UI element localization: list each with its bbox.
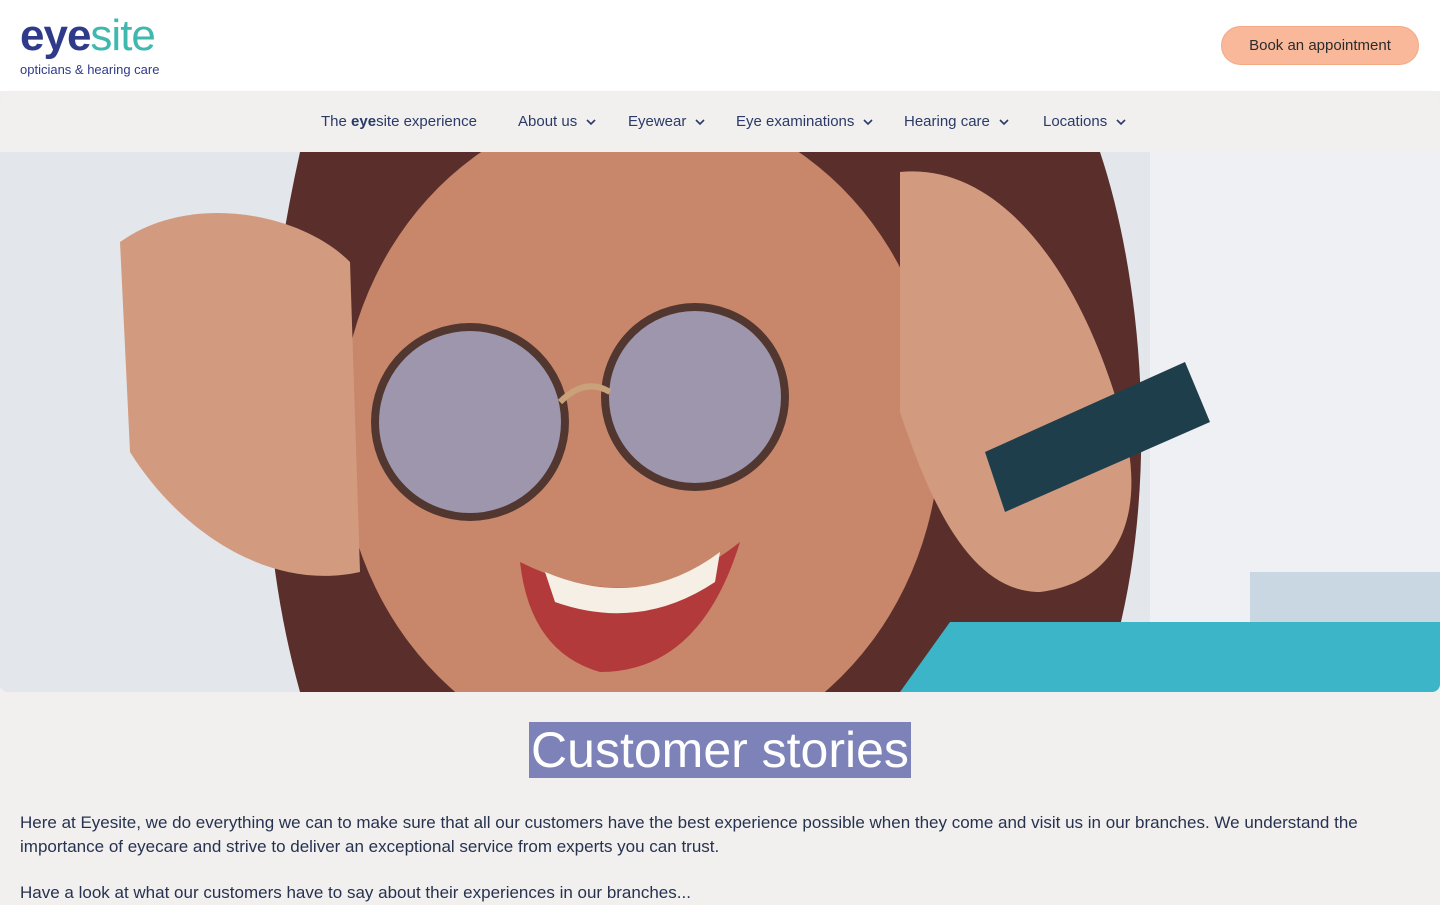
nav-item-locations[interactable]: Locations [1043,91,1127,152]
page-title: Customer stories [529,722,911,778]
main-navigation: The eye site experience About us Eyewear … [0,91,1440,152]
title-section: Customer stories [0,722,1440,778]
hero-image [0,152,1440,692]
nav-item-eyesite-experience[interactable]: The eye site experience [321,91,477,152]
eyesite-logo[interactable]: eyesite opticians & hearing care [20,12,180,82]
nav-item-label: Hearing care [904,113,990,130]
nav-experience-prefix: The [321,113,347,130]
nav-item-hearing-care[interactable]: Hearing care [904,91,1010,152]
logo-site: site [90,11,155,60]
chevron-down-icon [586,118,596,125]
chevron-down-icon [695,118,705,125]
nav-item-label: Locations [1043,113,1108,130]
nav-item-eyewear[interactable]: Eyewear [628,91,706,152]
nav-item-label: Eyewear [628,113,687,130]
intro-paragraph: Here at Eyesite, we do everything we can… [20,813,1358,856]
nav-item-about-us[interactable]: About us [518,91,597,152]
logo-eye: eye [20,11,91,60]
book-appointment-button[interactable]: Book an appointment [1221,26,1419,65]
nav-item-label: Eye examinations [736,113,855,130]
woman-with-glasses-photo [0,152,1440,692]
site-header: eyesite opticians & hearing care Book an… [0,0,1440,91]
nav-item-label: About us [518,113,578,130]
chevron-down-icon [999,118,1009,125]
logo-wordmark: eyesite [20,11,156,60]
nav-experience-suffix: site experience [376,113,477,130]
logo-tagline: opticians & hearing care [20,62,160,77]
nav-item-eye-examinations[interactable]: Eye examinations [736,91,874,152]
intro-secondary-paragraph: Have a look at what our customers have t… [20,883,691,902]
nav-experience-bold: eye [351,113,377,130]
chevron-down-icon [1116,118,1126,125]
chevron-down-icon [863,118,873,125]
